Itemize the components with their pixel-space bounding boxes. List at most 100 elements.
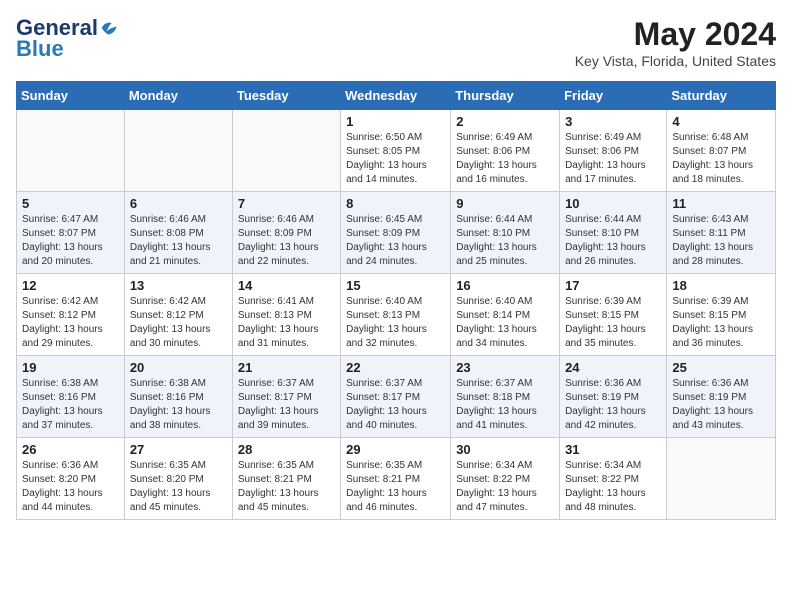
calendar-cell: 8 Sunrise: 6:45 AM Sunset: 8:09 PM Daylig… [341, 192, 451, 274]
calendar-cell: 27 Sunrise: 6:35 AM Sunset: 8:20 PM Dayli… [124, 438, 232, 520]
calendar-cell: 25 Sunrise: 6:36 AM Sunset: 8:19 PM Dayli… [667, 356, 776, 438]
day-info: Sunrise: 6:49 AM Sunset: 8:06 PM Dayligh… [456, 131, 554, 187]
day-number: 25 [672, 360, 770, 375]
day-info: Sunrise: 6:37 AM Sunset: 8:18 PM Dayligh… [456, 377, 554, 433]
day-info: Sunrise: 6:46 AM Sunset: 8:09 PM Dayligh… [238, 213, 335, 269]
day-number: 27 [130, 442, 227, 457]
logo-bird-icon [100, 18, 120, 38]
day-number: 20 [130, 360, 227, 375]
calendar-cell: 29 Sunrise: 6:35 AM Sunset: 8:21 PM Dayli… [341, 438, 451, 520]
day-number: 19 [22, 360, 119, 375]
day-info: Sunrise: 6:35 AM Sunset: 8:20 PM Dayligh… [130, 459, 227, 515]
day-number: 10 [565, 196, 661, 211]
day-info: Sunrise: 6:50 AM Sunset: 8:05 PM Dayligh… [346, 131, 445, 187]
day-number: 28 [238, 442, 335, 457]
day-number: 29 [346, 442, 445, 457]
day-info: Sunrise: 6:37 AM Sunset: 8:17 PM Dayligh… [346, 377, 445, 433]
calendar-cell: 12Sunrise: 6:42 AM Sunset: 8:12 PM Dayli… [17, 274, 125, 356]
weekday-header-sunday: Sunday [17, 82, 125, 110]
calendar-cell: 15 Sunrise: 6:40 AM Sunset: 8:13 PM Dayli… [341, 274, 451, 356]
calendar-cell: 10 Sunrise: 6:44 AM Sunset: 8:10 PM Dayli… [560, 192, 667, 274]
day-number: 8 [346, 196, 445, 211]
calendar-cell: 21 Sunrise: 6:37 AM Sunset: 8:17 PM Dayli… [232, 356, 340, 438]
calendar-cell: 19 Sunrise: 6:38 AM Sunset: 8:16 PM Dayli… [17, 356, 125, 438]
day-number: 15 [346, 278, 445, 293]
calendar-cell: 30 Sunrise: 6:34 AM Sunset: 8:22 PM Dayli… [451, 438, 560, 520]
day-number: 2 [456, 114, 554, 129]
day-info: Sunrise: 6:46 AM Sunset: 8:08 PM Dayligh… [130, 213, 227, 269]
day-number: 16 [456, 278, 554, 293]
day-number: 13 [130, 278, 227, 293]
day-info: Sunrise: 6:40 AM Sunset: 8:14 PM Dayligh… [456, 295, 554, 351]
day-number: 5 [22, 196, 119, 211]
day-info: Sunrise: 6:38 AM Sunset: 8:16 PM Dayligh… [22, 377, 119, 433]
calendar-cell [667, 438, 776, 520]
day-info: Sunrise: 6:35 AM Sunset: 8:21 PM Dayligh… [238, 459, 335, 515]
calendar-cell: 24 Sunrise: 6:36 AM Sunset: 8:19 PM Dayli… [560, 356, 667, 438]
day-number: 30 [456, 442, 554, 457]
day-number: 23 [456, 360, 554, 375]
day-number: 22 [346, 360, 445, 375]
calendar-cell: 20 Sunrise: 6:38 AM Sunset: 8:16 PM Dayli… [124, 356, 232, 438]
calendar-cell: 13 Sunrise: 6:42 AM Sunset: 8:12 PM Dayli… [124, 274, 232, 356]
day-info: Sunrise: 6:34 AM Sunset: 8:22 PM Dayligh… [456, 459, 554, 515]
calendar-cell: 18 Sunrise: 6:39 AM Sunset: 8:15 PM Dayli… [667, 274, 776, 356]
day-number: 9 [456, 196, 554, 211]
day-info: Sunrise: 6:36 AM Sunset: 8:19 PM Dayligh… [672, 377, 770, 433]
calendar-week-row: 19 Sunrise: 6:38 AM Sunset: 8:16 PM Dayli… [17, 356, 776, 438]
page-header: General Blue May 2024 Key Vista, Florida… [16, 16, 776, 69]
day-number: 3 [565, 114, 661, 129]
month-year-title: May 2024 [575, 16, 776, 53]
day-info: Sunrise: 6:39 AM Sunset: 8:15 PM Dayligh… [672, 295, 770, 351]
day-info: Sunrise: 6:44 AM Sunset: 8:10 PM Dayligh… [456, 213, 554, 269]
calendar-week-row: 5Sunrise: 6:47 AM Sunset: 8:07 PM Daylig… [17, 192, 776, 274]
calendar-week-row: 1 Sunrise: 6:50 AM Sunset: 8:05 PM Daylig… [17, 110, 776, 192]
day-info: Sunrise: 6:45 AM Sunset: 8:09 PM Dayligh… [346, 213, 445, 269]
weekday-header-monday: Monday [124, 82, 232, 110]
day-info: Sunrise: 6:35 AM Sunset: 8:21 PM Dayligh… [346, 459, 445, 515]
day-number: 1 [346, 114, 445, 129]
day-info: Sunrise: 6:40 AM Sunset: 8:13 PM Dayligh… [346, 295, 445, 351]
day-info: Sunrise: 6:37 AM Sunset: 8:17 PM Dayligh… [238, 377, 335, 433]
day-info: Sunrise: 6:38 AM Sunset: 8:16 PM Dayligh… [130, 377, 227, 433]
day-info: Sunrise: 6:41 AM Sunset: 8:13 PM Dayligh… [238, 295, 335, 351]
weekday-header-thursday: Thursday [451, 82, 560, 110]
calendar-cell: 7 Sunrise: 6:46 AM Sunset: 8:09 PM Daylig… [232, 192, 340, 274]
day-number: 21 [238, 360, 335, 375]
calendar-cell: 26Sunrise: 6:36 AM Sunset: 8:20 PM Dayli… [17, 438, 125, 520]
day-number: 6 [130, 196, 227, 211]
calendar-cell: 14 Sunrise: 6:41 AM Sunset: 8:13 PM Dayli… [232, 274, 340, 356]
weekday-header-wednesday: Wednesday [341, 82, 451, 110]
calendar-cell [232, 110, 340, 192]
calendar-cell: 2 Sunrise: 6:49 AM Sunset: 8:06 PM Daylig… [451, 110, 560, 192]
day-number: 17 [565, 278, 661, 293]
day-number: 24 [565, 360, 661, 375]
calendar-cell: 28 Sunrise: 6:35 AM Sunset: 8:21 PM Dayli… [232, 438, 340, 520]
calendar-cell [17, 110, 125, 192]
day-info: Sunrise: 6:44 AM Sunset: 8:10 PM Dayligh… [565, 213, 661, 269]
logo: General Blue [16, 16, 120, 62]
day-number: 18 [672, 278, 770, 293]
weekday-header-saturday: Saturday [667, 82, 776, 110]
weekday-header-tuesday: Tuesday [232, 82, 340, 110]
day-info: Sunrise: 6:43 AM Sunset: 8:11 PM Dayligh… [672, 213, 770, 269]
day-info: Sunrise: 6:49 AM Sunset: 8:06 PM Dayligh… [565, 131, 661, 187]
day-info: Sunrise: 6:39 AM Sunset: 8:15 PM Dayligh… [565, 295, 661, 351]
day-number: 31 [565, 442, 661, 457]
calendar-cell: 9 Sunrise: 6:44 AM Sunset: 8:10 PM Daylig… [451, 192, 560, 274]
day-info: Sunrise: 6:36 AM Sunset: 8:19 PM Dayligh… [565, 377, 661, 433]
calendar-cell [124, 110, 232, 192]
day-info: Sunrise: 6:42 AM Sunset: 8:12 PM Dayligh… [130, 295, 227, 351]
calendar-cell: 4Sunrise: 6:48 AM Sunset: 8:07 PM Daylig… [667, 110, 776, 192]
calendar-cell: 5Sunrise: 6:47 AM Sunset: 8:07 PM Daylig… [17, 192, 125, 274]
day-number: 14 [238, 278, 335, 293]
day-info: Sunrise: 6:48 AM Sunset: 8:07 PM Dayligh… [672, 131, 770, 187]
day-info: Sunrise: 6:42 AM Sunset: 8:12 PM Dayligh… [22, 295, 119, 351]
calendar-cell: 17 Sunrise: 6:39 AM Sunset: 8:15 PM Dayli… [560, 274, 667, 356]
day-number: 7 [238, 196, 335, 211]
calendar-cell: 16 Sunrise: 6:40 AM Sunset: 8:14 PM Dayli… [451, 274, 560, 356]
day-number: 11 [672, 196, 770, 211]
calendar-cell: 1 Sunrise: 6:50 AM Sunset: 8:05 PM Daylig… [341, 110, 451, 192]
location-subtitle: Key Vista, Florida, United States [575, 53, 776, 69]
calendar-cell: 6 Sunrise: 6:46 AM Sunset: 8:08 PM Daylig… [124, 192, 232, 274]
